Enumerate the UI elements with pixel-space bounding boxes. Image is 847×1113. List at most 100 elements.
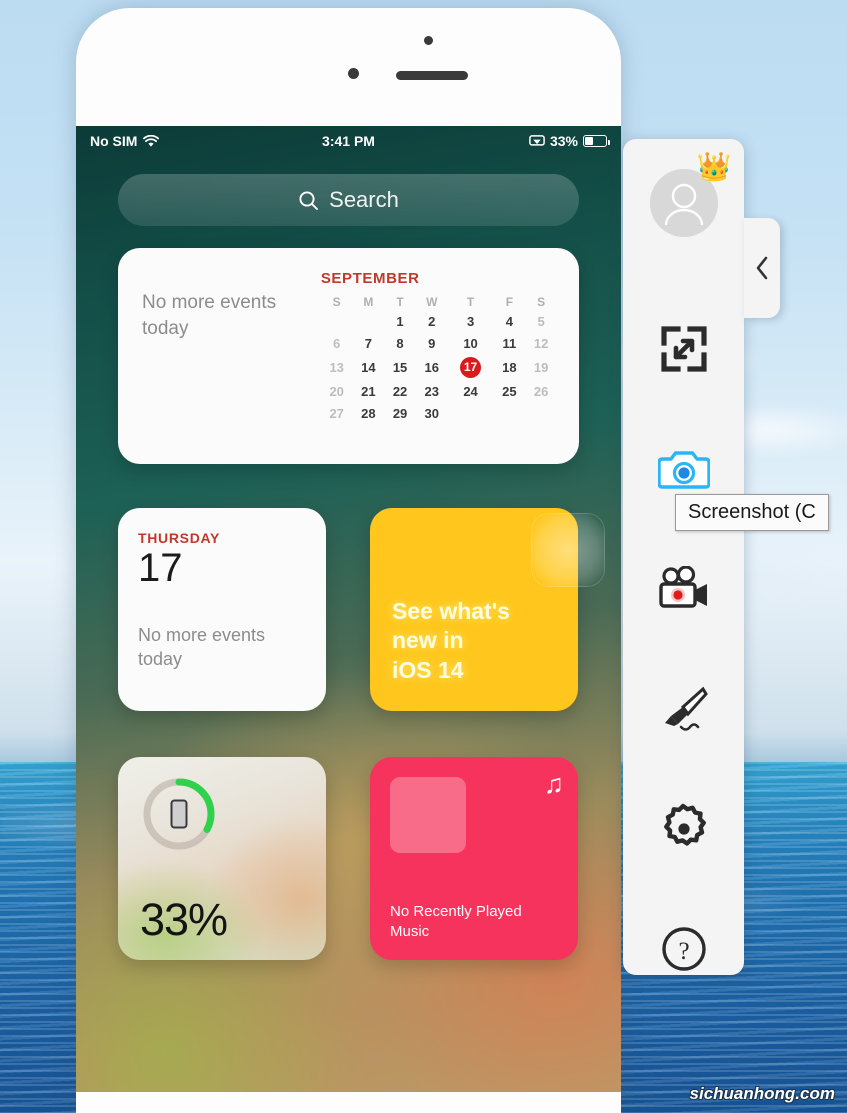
calendar-day-cell[interactable]: 5 xyxy=(525,311,557,332)
sidebar-item-settings[interactable] xyxy=(623,769,744,889)
carrier-label: No SIM xyxy=(90,133,138,149)
calendar-day-cell[interactable]: 6 xyxy=(321,332,353,353)
calendar-day-cell[interactable]: 9 xyxy=(416,332,448,353)
crown-icon: 👑 xyxy=(696,151,732,182)
search-placeholder: Search xyxy=(329,187,399,212)
calendar-day-cell[interactable]: 8 xyxy=(384,332,416,353)
calendar-week-row: 27 28 29 30 xyxy=(321,403,557,424)
sidebar-item-fullscreen[interactable] xyxy=(623,289,744,409)
calendar-weekday: M xyxy=(363,295,374,309)
tooltip-text: Screenshot (C xyxy=(688,501,816,523)
widget-row-two: 33% ♫ No Recently Played Music xyxy=(118,757,579,960)
calendar-day-cell[interactable]: 11 xyxy=(494,332,526,353)
calendar-day-cell[interactable]: 17 xyxy=(448,354,494,381)
iphone-icon xyxy=(170,799,188,829)
calendar-widget-grid: SEPTEMBER SMTWTFS 1 2 3 4 5 6 7 8 9 10 11 12 13 14 15 1… xyxy=(321,248,579,464)
sidebar-item-draw[interactable] xyxy=(623,649,744,769)
calendar-day-cell[interactable]: 24 xyxy=(448,381,494,402)
calendar-week-row: 12345 xyxy=(321,311,557,332)
phone-frame: No SIM 3:41 PM 33% Search No more events… xyxy=(76,8,621,1113)
calendar-empty-cell xyxy=(321,311,353,332)
sidebar-item-record[interactable] xyxy=(623,529,744,649)
calendar-empty-cell xyxy=(525,403,557,424)
tips-widget-text: See what's new in iOS 14 xyxy=(392,597,562,685)
calendar-weekday-row: SMTWTFS xyxy=(321,293,557,311)
tips-line-1: See what's xyxy=(392,597,510,624)
calendar-widget[interactable]: No more events today SEPTEMBER S M T W T F S 1… xyxy=(118,248,579,464)
battery-icon xyxy=(583,135,610,147)
music-widget[interactable]: ♫ No Recently Played Music xyxy=(370,757,578,960)
battery-percent-label: 33% xyxy=(549,133,578,149)
calendar-days-body: 1 2 3 4 5 6 7 8 9 10 11 12 13 14 15 16 17 18 19 20 21 22 23 24 2… xyxy=(321,311,557,424)
calendar-weekday: T xyxy=(466,295,475,309)
video-camera-icon xyxy=(658,566,707,608)
calendar-empty-cell xyxy=(353,311,385,332)
touch-ripple-indicator xyxy=(531,513,605,587)
calendar-week-row: 6 7 8 9 10 11 12 xyxy=(321,332,557,353)
calendar-day-cell[interactable]: 13 xyxy=(321,354,353,381)
camera-icon xyxy=(657,451,710,489)
battery-ring xyxy=(140,775,218,853)
calendar-day-cell[interactable]: 29 xyxy=(384,403,416,424)
up-next-date: 17 xyxy=(138,546,183,590)
svg-text:?: ? xyxy=(678,938,689,965)
search-icon xyxy=(299,190,319,210)
calendar-empty-cell xyxy=(448,403,494,424)
calendar-day-cell[interactable]: 10 xyxy=(448,332,494,353)
calendar-day-cell[interactable]: 12 xyxy=(525,332,557,353)
calendar-day-cell[interactable]: 2 xyxy=(416,311,448,332)
watermark: sichuanhong.com xyxy=(689,1084,835,1103)
calendar-day-cell[interactable]: 7 xyxy=(353,332,385,353)
calendar-weekday: W xyxy=(426,295,438,309)
calendar-weekday: S xyxy=(332,295,341,309)
tips-line-2: new in xyxy=(392,627,464,654)
status-bar: No SIM 3:41 PM 33% xyxy=(76,126,621,156)
earpiece-speaker xyxy=(396,71,468,80)
tips-line-3: iOS 14 xyxy=(392,656,464,683)
calendar-day-cell[interactable]: 4 xyxy=(494,311,526,332)
calendar-day-cell[interactable]: 28 xyxy=(353,403,385,424)
up-next-note: No more events today xyxy=(138,625,266,670)
calendar-day-cell[interactable]: 19 xyxy=(525,354,557,381)
calendar-weekday: S xyxy=(537,295,546,309)
calendar-weekday: F xyxy=(505,295,514,309)
calendar-day-cell[interactable]: 20 xyxy=(321,381,353,402)
front-camera-dot xyxy=(424,36,433,45)
avatar[interactable]: 👑 xyxy=(649,153,732,237)
calendar-day-cell[interactable]: 25 xyxy=(494,381,526,402)
calendar-day-cell[interactable]: 23 xyxy=(416,381,448,402)
calendar-widget-empty-text: No more events today xyxy=(142,292,277,339)
paint-brush-icon xyxy=(664,686,708,731)
calendar-day-cell[interactable]: 15 xyxy=(384,354,416,381)
wifi-icon xyxy=(143,134,160,147)
music-widget-message: No Recently Played Music xyxy=(390,902,522,940)
calendar-month-label: SEPTEMBER xyxy=(320,270,420,287)
screen-mirroring-icon xyxy=(529,134,545,146)
calendar-empty-cell xyxy=(494,403,526,424)
widget-row-one: THURSDAY 17 No more events today See wha… xyxy=(118,508,579,711)
calendar-week-row: 13 14 15 16 17 18 19 xyxy=(321,354,557,381)
search-bar[interactable]: Search xyxy=(118,174,579,226)
calendar-day-cell[interactable]: 30 xyxy=(416,403,448,424)
calendar-day-cell[interactable]: 18 xyxy=(494,354,526,381)
calendar-day-cell[interactable]: 1 xyxy=(384,311,416,332)
up-next-widget[interactable]: THURSDAY 17 No more events today xyxy=(118,508,326,711)
calendar-day-cell[interactable]: 21 xyxy=(353,381,385,402)
calendar-day-cell[interactable]: 27 xyxy=(321,403,353,424)
up-next-weekday: THURSDAY xyxy=(138,530,221,546)
calendar-day-cell[interactable]: 22 xyxy=(384,381,416,402)
widget-stack: No more events today SEPTEMBER S M T W T F S 1… xyxy=(76,226,621,960)
calendar-day-cell[interactable]: 14 xyxy=(353,354,385,381)
sidebar-item-help[interactable]: ? xyxy=(623,889,744,1009)
sidebar-collapse-button[interactable] xyxy=(744,218,780,318)
calendar-day-cell[interactable]: 3 xyxy=(448,311,494,332)
battery-widget[interactable]: 33% xyxy=(118,757,326,960)
recorder-sidebar: 👑 ? xyxy=(623,139,780,975)
album-art-placeholder xyxy=(390,777,466,853)
question-mark-icon: ? xyxy=(661,927,706,971)
status-bar-right: 33% xyxy=(529,133,610,149)
calendar-day-cell[interactable]: 16 xyxy=(416,354,448,381)
calendar-day-cell[interactable]: 26 xyxy=(525,381,557,402)
sidebar-buttons: ? xyxy=(623,289,744,1009)
music-note-icon: ♫ xyxy=(543,769,564,799)
